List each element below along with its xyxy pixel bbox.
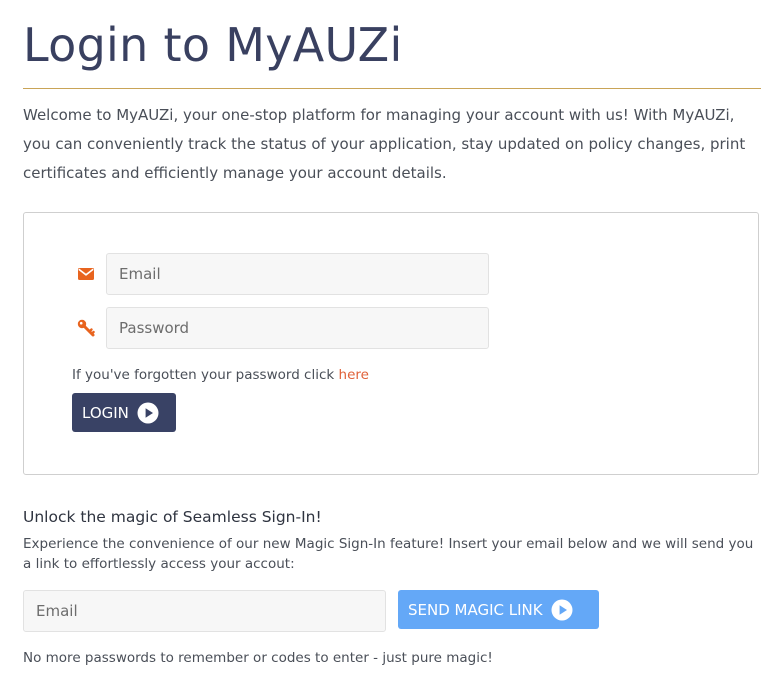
- send-magic-link-button[interactable]: SEND MAGIC LINK: [398, 590, 599, 629]
- envelope-icon: [76, 264, 96, 284]
- forgot-password-label: If you've forgotten your password click: [72, 367, 339, 383]
- forgot-password-text: If you've forgotten your password click …: [72, 367, 369, 383]
- email-row: [76, 253, 496, 295]
- login-button-label: LOGIN: [82, 403, 129, 422]
- play-circle-icon: [137, 402, 159, 424]
- send-magic-link-label: SEND MAGIC LINK: [408, 600, 543, 619]
- title-divider: [23, 88, 761, 89]
- magic-signin-heading: Unlock the magic of Seamless Sign-In!: [23, 508, 322, 526]
- forgot-password-link[interactable]: here: [339, 367, 369, 383]
- magic-signin-description: Experience the convenience of our new Ma…: [23, 536, 754, 572]
- password-input[interactable]: [106, 307, 489, 349]
- page-title: Login to MyAUZi: [23, 18, 403, 72]
- magic-email-input[interactable]: [23, 590, 386, 632]
- play-circle-icon: [551, 599, 573, 621]
- login-button[interactable]: LOGIN: [72, 393, 176, 432]
- email-input[interactable]: [106, 253, 489, 295]
- login-card: If you've forgotten your password click …: [23, 212, 759, 475]
- key-icon: [76, 318, 96, 338]
- magic-footnote: No more passwords to remember or codes t…: [23, 650, 493, 666]
- intro-text: Welcome to MyAUZi, your one-stop platfor…: [23, 106, 746, 182]
- password-row: [76, 307, 496, 349]
